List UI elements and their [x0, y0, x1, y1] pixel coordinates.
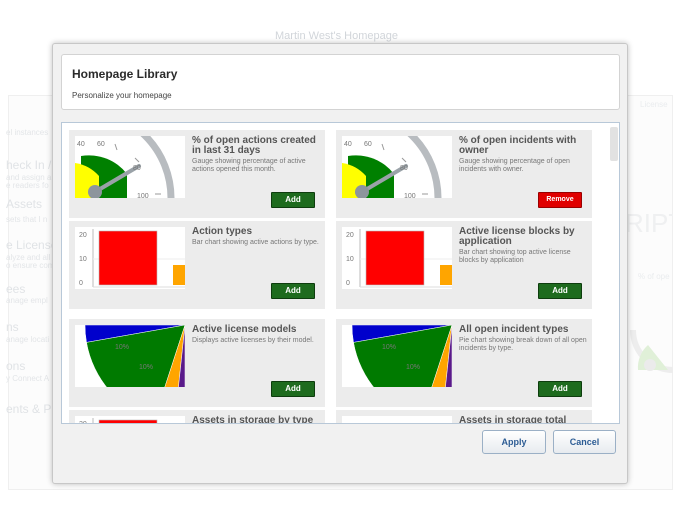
pie-thumbnail-icon: 10% 10% — [84, 325, 185, 387]
pie-thumbnail-icon: 10% 10% — [351, 325, 452, 387]
gauge-thumbnail-icon: 40 60 80 100 — [75, 136, 175, 198]
widget-description: Bar chart showing top active license blo… — [459, 249, 571, 264]
pie-slice-label: 10% — [406, 364, 420, 371]
apply-button[interactable]: Apply — [482, 430, 546, 454]
widget-title: % of open actions created in last 31 day… — [192, 135, 316, 156]
widget-thumbnail — [342, 416, 452, 424]
remove-widget-button[interactable]: Remove — [538, 192, 582, 208]
widget-description: Gauge showing percentage of open inciden… — [459, 158, 570, 173]
widget-card: 10% 10% All open incident types Pie chart s… — [336, 319, 592, 407]
gauge-thumbnail-icon: 40 60 80 100 — [342, 136, 442, 198]
dialog-subtitle: Personalize your homepage — [72, 91, 172, 100]
gauge-tick-label: 100 — [137, 193, 149, 198]
widget-title: Active license models — [192, 324, 297, 335]
widget-thumbnail: 40 60 80 100 — [75, 136, 185, 198]
widget-card: 40 60 80 100 % of open incidents with owner G… — [336, 130, 592, 218]
bar-mark — [440, 265, 452, 285]
widget-title: % of open incidents with owner — [459, 135, 577, 156]
add-widget-button[interactable]: Add — [538, 381, 582, 397]
widget-thumbnail: 10% 10% — [342, 325, 452, 387]
widget-description: Pie chart showing break down of all open… — [459, 337, 587, 352]
cancel-button[interactable]: Cancel — [553, 430, 616, 454]
widget-card: 20 Assets in storage by type — [69, 410, 325, 424]
widget-thumbnail: 20 — [75, 416, 185, 424]
bar-mark — [365, 230, 425, 286]
widget-title: All open incident types — [459, 324, 569, 335]
bar-mark — [98, 230, 158, 286]
widget-title: Active license blocks by application — [459, 226, 575, 247]
add-widget-button[interactable]: Add — [271, 192, 315, 208]
dialog-header: Homepage Library Personalize your homepa… — [61, 54, 620, 110]
homepage-library-dialog: Homepage Library Personalize your homepa… — [52, 43, 628, 484]
gauge-tick-label: 60 — [364, 141, 372, 148]
bar-mark — [173, 265, 185, 285]
bar-tick-label: 10 — [79, 256, 87, 263]
pie-slice-label: 10% — [115, 344, 129, 351]
widget-thumbnail: 20 10 0 — [342, 227, 452, 289]
widget-library-list[interactable]: 40 60 80 100% of open actions created in la… — [61, 122, 620, 424]
pie-slice-label: 10% — [382, 344, 396, 351]
bar-tick-label: 20 — [79, 232, 87, 239]
widget-card: 20 10 0 Active license blocks by applicatio… — [336, 221, 592, 309]
bar-tick-label: 0 — [346, 280, 350, 287]
bar-thumbnail-icon: 20 — [79, 418, 158, 424]
widget-description: Gauge showing percentage of active actio… — [192, 158, 306, 173]
widget-card: 40 60 80 100 % of open actions created in la… — [69, 130, 325, 218]
blank-thumbnail-icon — [342, 416, 452, 424]
bar-tick-label: 20 — [79, 421, 87, 424]
widget-card: 20 10 0 Action types Bar chart showing activ… — [69, 221, 325, 309]
bar-mark — [98, 419, 158, 423]
gauge-tick-label: 80 — [400, 165, 408, 172]
widget-card: Assets in storage total — [336, 410, 592, 424]
gauge-tick-label: 40 — [344, 141, 352, 148]
add-widget-button[interactable]: Add — [271, 381, 315, 397]
add-widget-button[interactable]: Add — [538, 283, 582, 299]
widget-title: Assets in storage total — [459, 415, 567, 424]
bar-tick-label: 20 — [346, 232, 354, 239]
gauge-tick-label: 80 — [133, 165, 141, 172]
gauge-tick-label: 40 — [77, 141, 85, 148]
gauge-tick-label: 100 — [404, 193, 416, 198]
add-widget-button[interactable]: Add — [271, 283, 315, 299]
gauge-tick-label: 60 — [97, 141, 105, 148]
bar-thumbnail-icon: 20 10 0 — [79, 229, 185, 288]
widget-thumbnail: 40 60 80 100 — [342, 136, 452, 198]
dialog-title: Homepage Library — [72, 67, 178, 81]
scrollbar-thumb[interactable] — [610, 127, 618, 161]
list-scrollbar[interactable] — [609, 125, 618, 423]
widget-thumbnail: 20 10 0 — [75, 227, 185, 289]
widget-thumbnail: 10% 10% — [75, 325, 185, 387]
widget-card: 10% 10% Active license models Displays acti… — [69, 319, 325, 407]
widget-description: Bar chart showing active actions by type… — [192, 239, 319, 246]
pie-slice-label: 10% — [139, 364, 153, 371]
widget-description: Displays active licenses by their model. — [192, 337, 314, 344]
bar-tick-label: 0 — [79, 280, 83, 287]
widget-title: Assets in storage by type — [192, 415, 314, 424]
widget-title: Action types — [192, 226, 253, 237]
bar-tick-label: 10 — [346, 256, 354, 263]
bar-thumbnail-icon: 20 10 0 — [346, 229, 452, 288]
